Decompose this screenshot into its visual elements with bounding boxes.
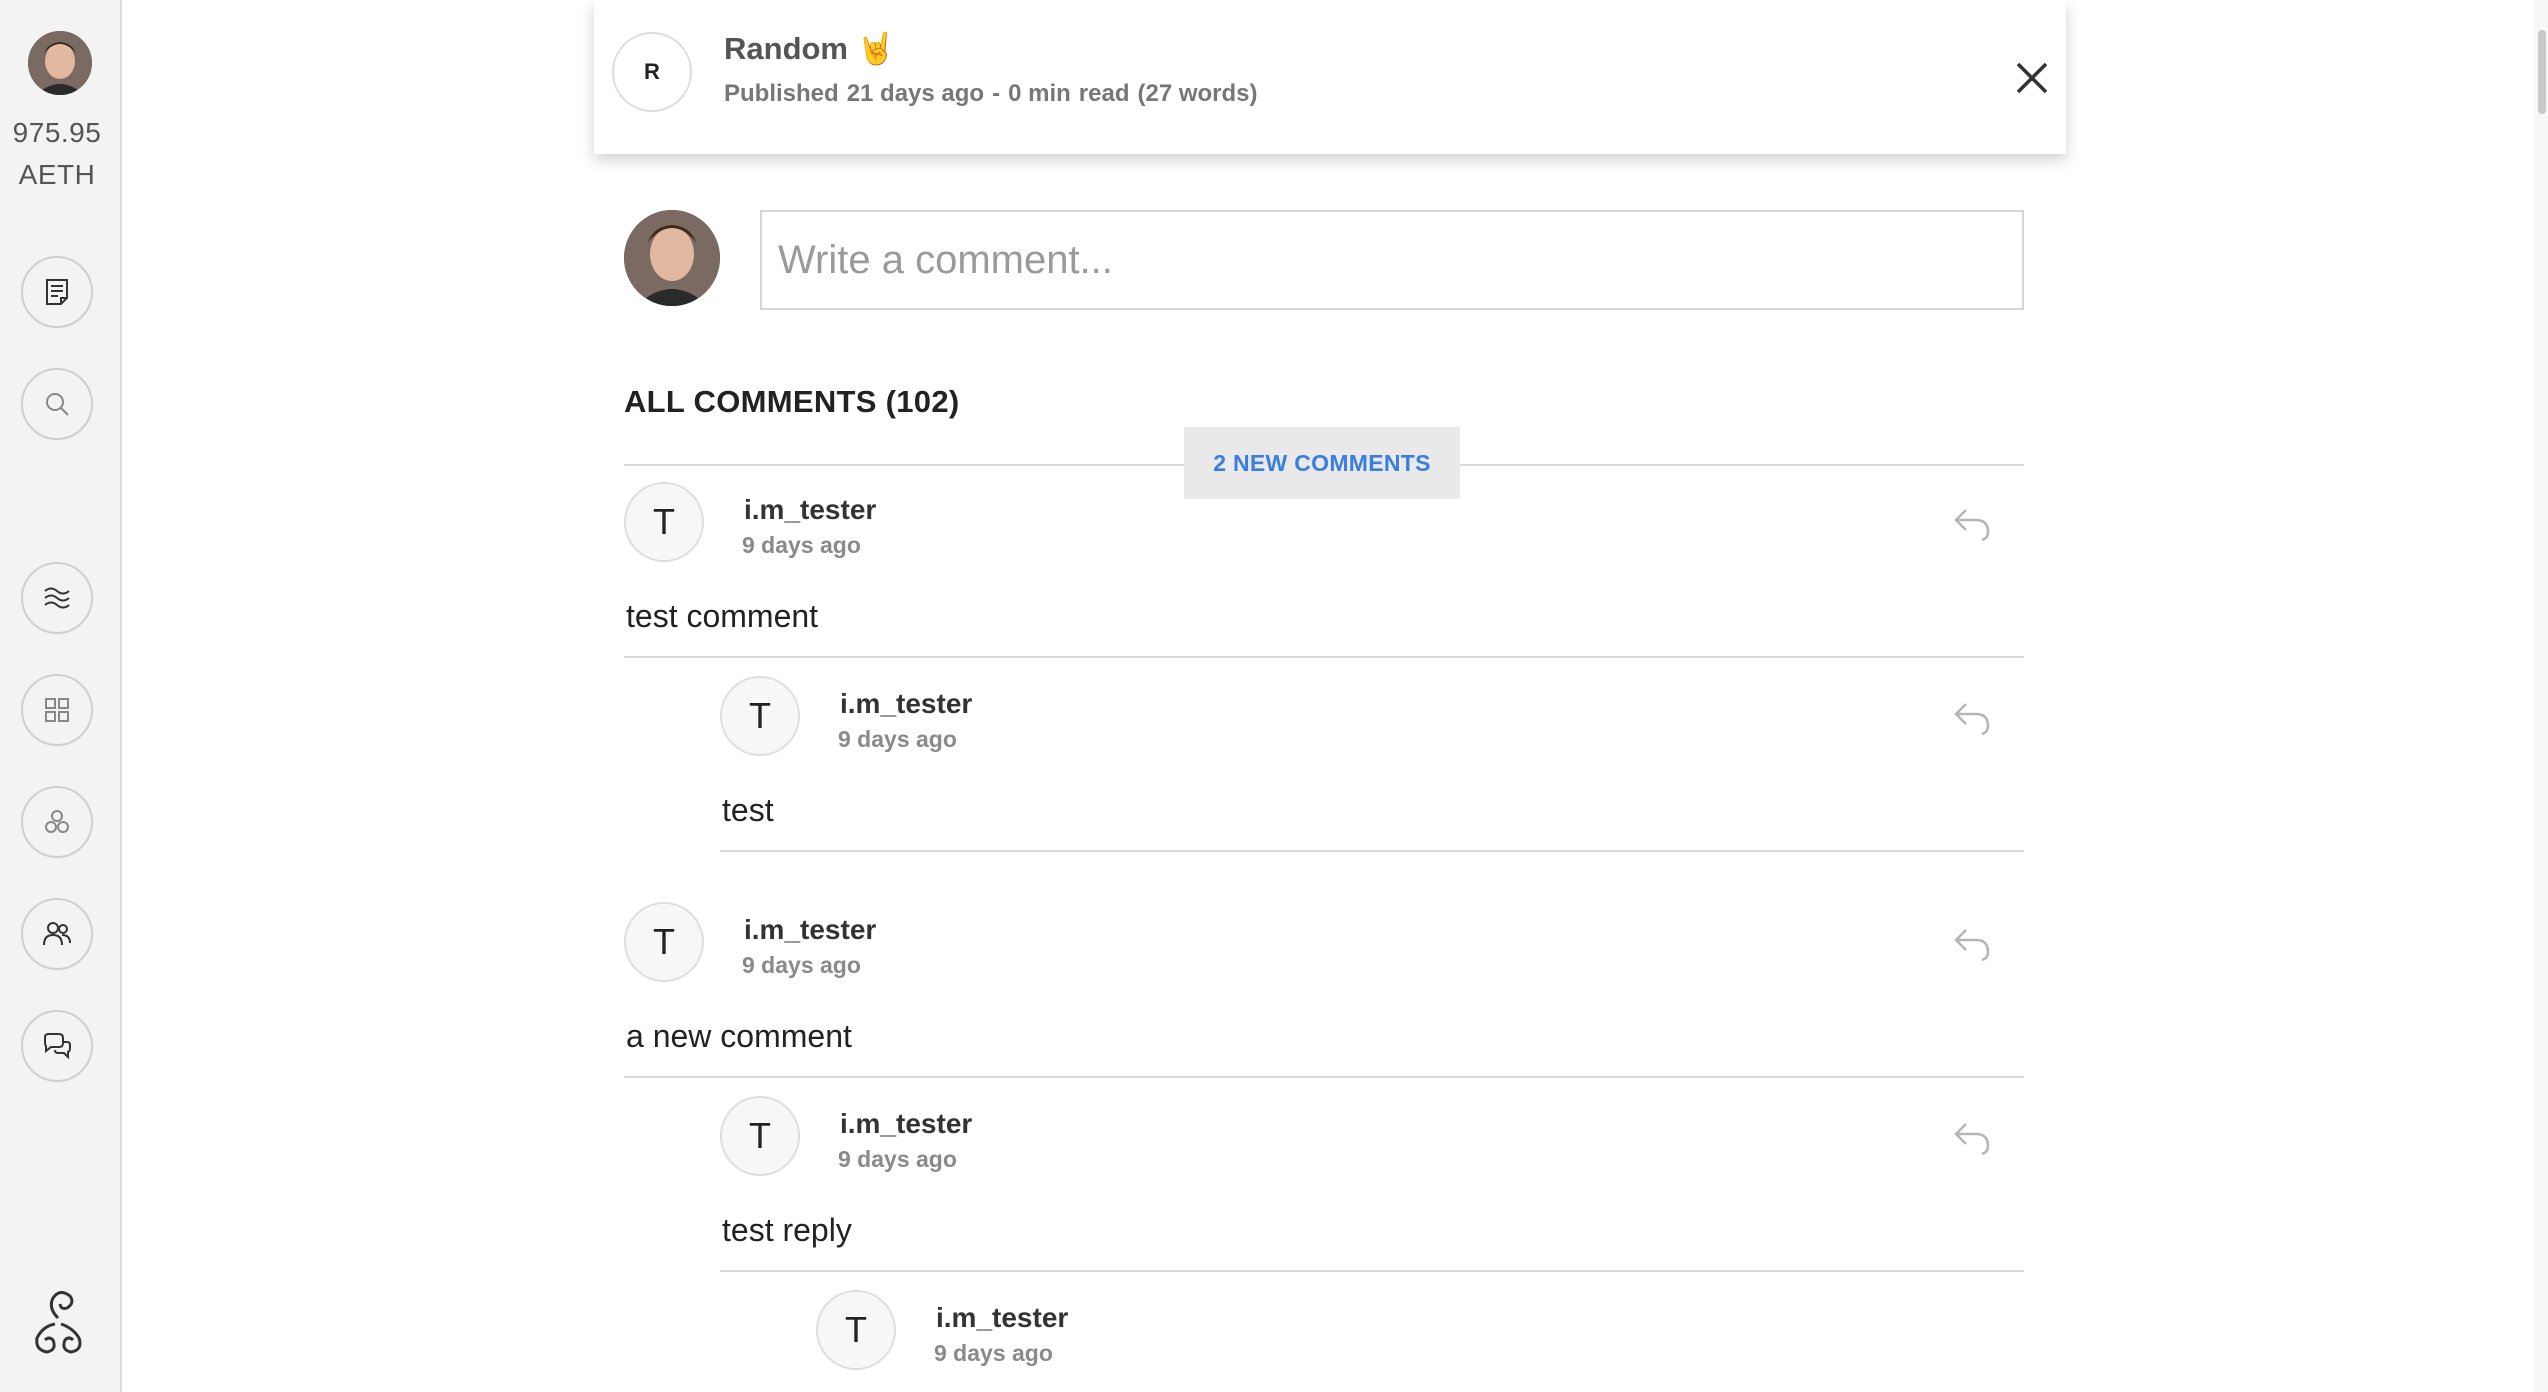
commenter-avatar[interactable]: T	[720, 1096, 800, 1176]
comment-divider	[720, 850, 2024, 852]
reply-icon[interactable]	[1950, 1114, 1996, 1160]
comment-input[interactable]	[760, 210, 2024, 310]
commenter-name[interactable]: i.m_tester	[840, 1108, 972, 1140]
scrollbar-thumb[interactable]	[2538, 30, 2546, 114]
streams-icon	[44, 587, 70, 609]
balance-amount: 975.95	[12, 117, 102, 148]
comment-text: a new comment	[626, 1018, 852, 1054]
commenter-avatar[interactable]: T	[624, 482, 704, 562]
word-count: (27 words)	[1137, 80, 1258, 107]
published-label: Published	[724, 80, 839, 107]
comment-divider	[624, 656, 2024, 658]
commenter-name[interactable]: i.m_tester	[744, 494, 876, 526]
post-header: R Random 🤘 Published 21 days ago -0 min rea…	[594, 0, 2066, 154]
composer-avatar	[624, 210, 720, 306]
wallet-balance: 975.95 AETH	[0, 112, 114, 196]
people-button[interactable]	[21, 898, 93, 970]
comment-text: test comment	[626, 598, 819, 634]
post-title: Random 🤘	[724, 31, 896, 66]
comment-time: 9 days ago	[742, 952, 861, 978]
user-photo-icon	[28, 31, 92, 95]
post-meta: Published 21 days ago -0 min read (27 words)	[724, 80, 1266, 108]
commenter-avatar[interactable]: T	[816, 1290, 896, 1370]
reply-icon[interactable]	[1950, 920, 1996, 966]
apps-grid-icon	[45, 698, 69, 722]
apps-button[interactable]	[21, 674, 93, 746]
scrollbar[interactable]	[2534, 0, 2548, 1392]
chat-button[interactable]	[21, 1010, 93, 1082]
comment-time: 9 days ago	[742, 532, 861, 558]
commenter-name[interactable]: i.m_tester	[936, 1302, 1068, 1334]
new-comments-button[interactable]: 2 NEW COMMENTS	[1184, 427, 1460, 499]
posts-icon	[46, 279, 68, 305]
published-time: 21 days ago	[846, 80, 985, 107]
commenter-avatar[interactable]: T	[624, 902, 704, 982]
commenter-name[interactable]: i.m_tester	[744, 914, 876, 946]
close-icon[interactable]	[2014, 60, 2050, 96]
comment-text: test reply	[722, 1212, 852, 1248]
search-button[interactable]	[21, 368, 93, 440]
posts-button[interactable]	[21, 256, 93, 328]
comment-time: 9 days ago	[838, 726, 957, 752]
read-label: read	[1078, 80, 1130, 107]
balance-unit: AETH	[18, 159, 96, 190]
commenter-name[interactable]: i.m_tester	[840, 688, 972, 720]
communities-icon	[45, 810, 69, 833]
comment-text: test	[722, 792, 774, 828]
meta-separator: -	[992, 80, 1001, 107]
reply-icon[interactable]	[1950, 694, 1996, 740]
comment-divider	[624, 1076, 2024, 1078]
commenter-avatar[interactable]: T	[720, 676, 800, 756]
streams-button[interactable]	[21, 562, 93, 634]
comment-time: 9 days ago	[838, 1146, 957, 1172]
post-initial-avatar[interactable]: R	[612, 32, 692, 112]
communities-button[interactable]	[21, 786, 93, 858]
all-comments-heading: ALL COMMENTS (102)	[624, 384, 960, 419]
user-avatar[interactable]	[28, 31, 92, 95]
comment-time: 9 days ago	[934, 1340, 1053, 1366]
sidebar: 975.95 AETH	[0, 0, 122, 1392]
user-photo-icon	[624, 210, 720, 306]
reply-icon[interactable]	[1950, 500, 1996, 546]
chat-icon	[44, 1033, 71, 1060]
read-time: 0 min	[1008, 80, 1071, 107]
triskelion-logo-icon[interactable]	[15, 1278, 101, 1364]
search-icon	[46, 393, 69, 416]
people-icon	[43, 922, 71, 946]
comment-divider	[720, 1270, 2024, 1272]
